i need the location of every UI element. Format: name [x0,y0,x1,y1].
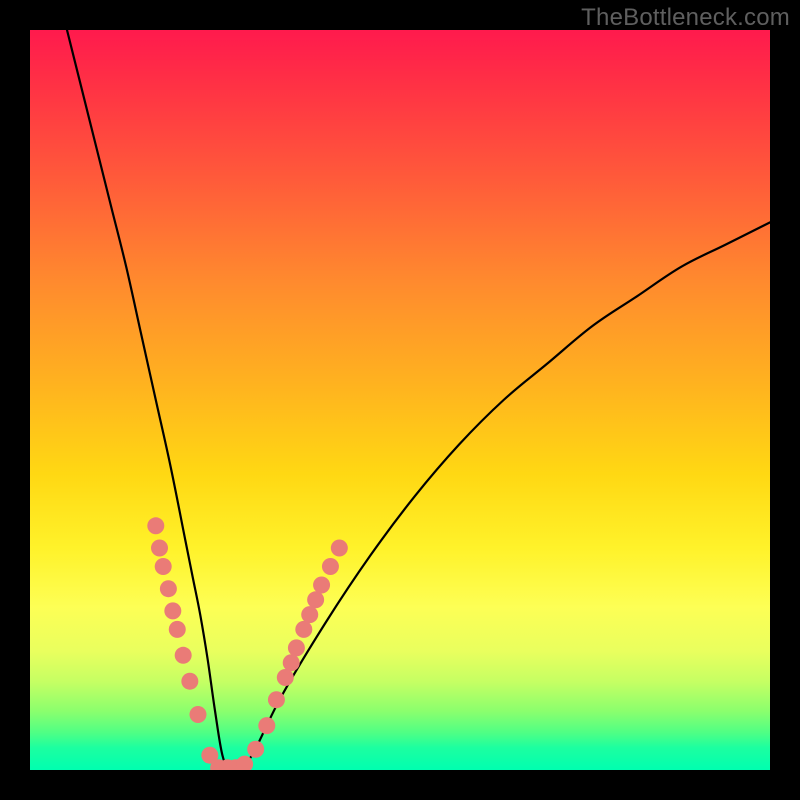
highlight-dot [283,654,300,671]
highlight-dot [313,577,330,594]
highlight-dot [295,621,312,638]
highlight-dot [268,691,285,708]
highlight-dot [247,741,264,758]
highlight-dot [147,517,164,534]
watermark-text: TheBottleneck.com [581,4,790,32]
highlight-dot [181,673,198,690]
highlight-dot [322,558,339,575]
highlight-dot [175,647,192,664]
highlight-dot [155,558,172,575]
highlight-dot [288,639,305,656]
highlight-dot [189,706,206,723]
chart-frame: TheBottleneck.com [0,0,800,800]
highlight-dot [331,540,348,557]
highlight-dot [164,602,181,619]
highlight-dots [147,517,348,770]
plot-area [30,30,770,770]
highlight-dot [151,540,168,557]
highlight-dot [301,606,318,623]
bottleneck-curve [67,30,770,770]
highlight-dot [160,580,177,597]
highlight-dot [307,591,324,608]
highlight-dot [277,669,294,686]
highlight-dot [258,717,275,734]
highlight-dot [169,621,186,638]
chart-svg [30,30,770,770]
